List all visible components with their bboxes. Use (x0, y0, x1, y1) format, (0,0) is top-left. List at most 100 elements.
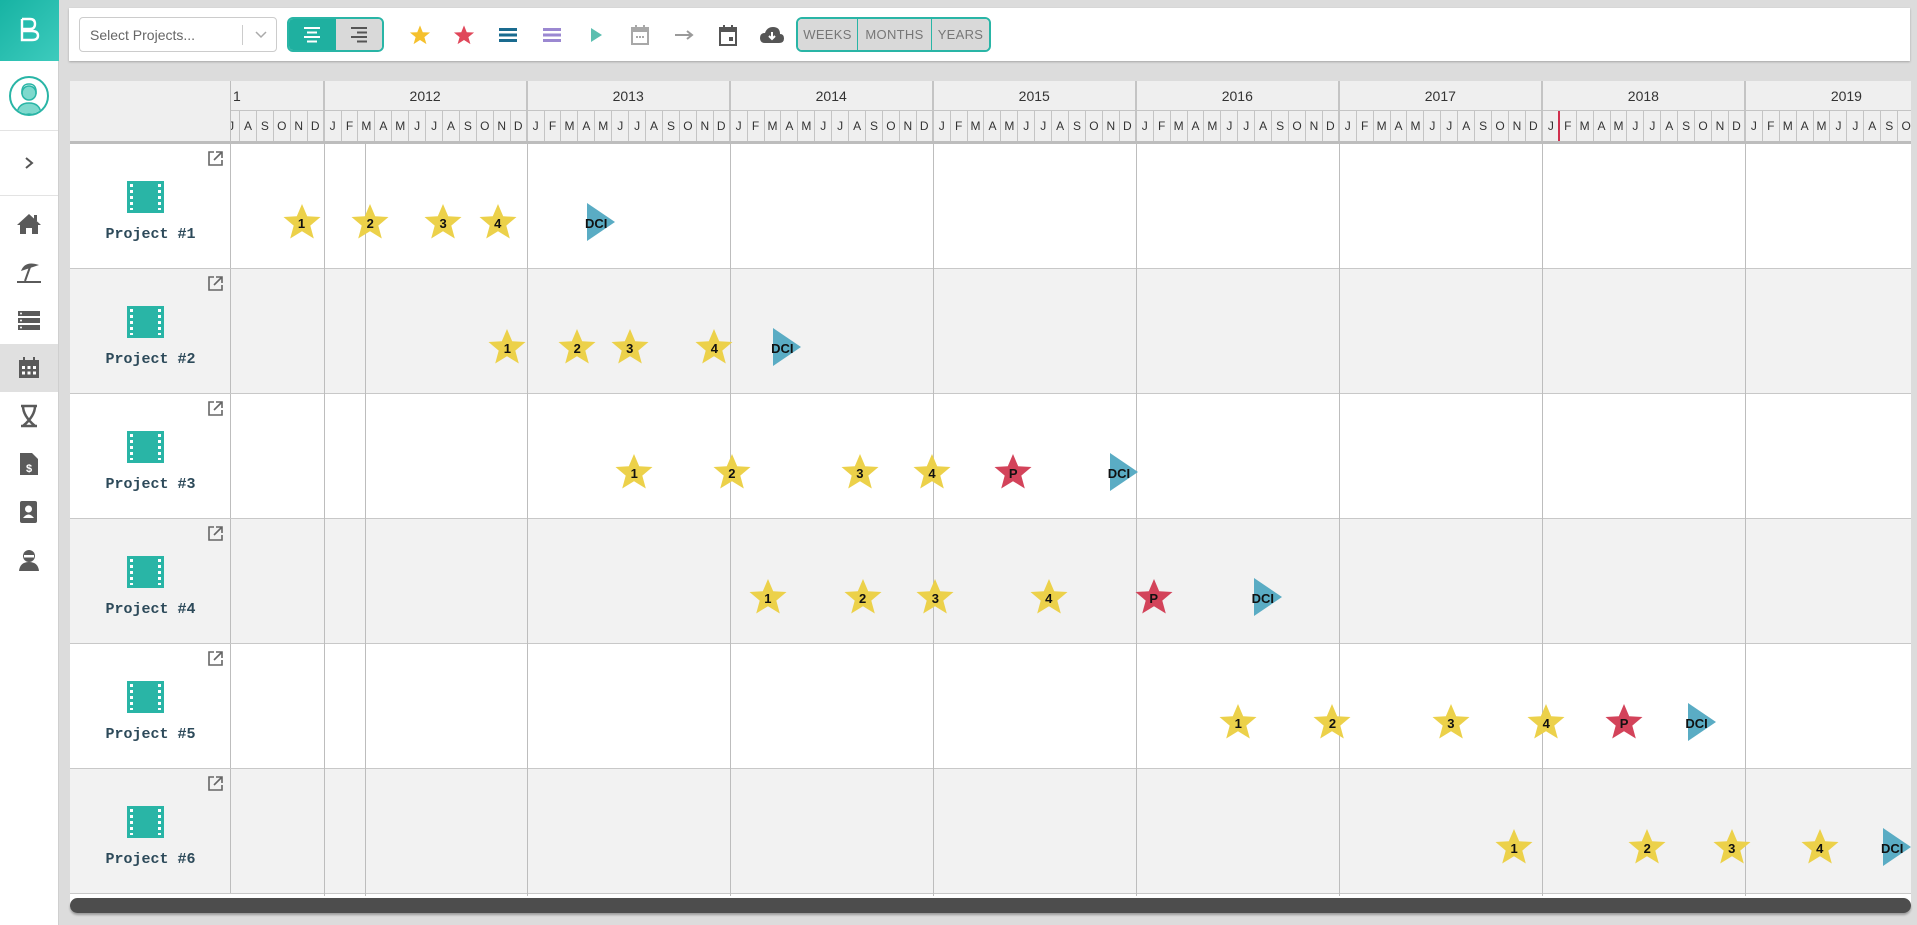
priority-milestone-marker[interactable]: P (992, 451, 1034, 493)
star-milestone-marker[interactable]: 1 (1217, 701, 1259, 743)
month-header: S (1272, 111, 1290, 141)
cloud-download-tool-button[interactable] (759, 22, 785, 48)
star-milestone-marker[interactable]: 3 (1711, 826, 1753, 868)
yellow-star-tool-button[interactable] (407, 22, 433, 48)
arrow-right-icon (675, 30, 694, 40)
month-header: O (1086, 111, 1103, 141)
month-header: A (1052, 111, 1070, 141)
months-button[interactable]: MONTHS (858, 19, 932, 50)
calendar-outline-tool-button[interactable] (627, 22, 653, 48)
red-star-tool-button[interactable] (451, 22, 477, 48)
project-name[interactable]: Project #5 (70, 726, 231, 743)
star-milestone-marker[interactable]: 4 (1028, 576, 1070, 618)
sidebar-item-calendar[interactable] (0, 344, 58, 392)
project-label-cell[interactable]: Project #3 (70, 394, 231, 518)
star-milestone-marker[interactable]: 2 (1311, 701, 1353, 743)
header-corner (70, 81, 231, 144)
calendar-day-icon (719, 25, 737, 46)
star-milestone-marker[interactable]: 1 (486, 326, 528, 368)
sidebar-item-support[interactable] (0, 536, 58, 584)
user-avatar-icon (16, 82, 42, 114)
star-milestone-marker[interactable]: 4 (477, 201, 519, 243)
project-label-cell[interactable]: Project #6 (70, 769, 231, 893)
open-external-icon[interactable] (207, 150, 224, 167)
sidebar-item-home[interactable] (0, 200, 58, 248)
project-name[interactable]: Project #4 (70, 601, 231, 618)
dci-milestone-marker[interactable]: DCI (763, 326, 805, 368)
sidebar-item-vacation[interactable] (0, 248, 58, 296)
star-milestone-marker[interactable]: 3 (1430, 701, 1472, 743)
priority-milestone-marker[interactable]: P (1603, 701, 1645, 743)
project-label-cell[interactable]: Project #5 (70, 644, 231, 768)
avatar[interactable] (9, 75, 49, 116)
dci-milestone-marker[interactable]: DCI (577, 201, 619, 243)
open-external-icon[interactable] (207, 775, 224, 792)
film-icon (127, 181, 164, 213)
project-name[interactable]: Project #2 (70, 351, 231, 368)
star-milestone-marker[interactable]: 4 (911, 451, 953, 493)
month-header: D (714, 111, 731, 141)
select-separator (242, 25, 243, 45)
star-milestone-marker[interactable]: 1 (613, 451, 655, 493)
dci-milestone-marker[interactable]: DCI (1100, 451, 1142, 493)
horizontal-scrollbar[interactable] (70, 898, 1911, 913)
star-milestone-marker[interactable]: 4 (1799, 826, 1841, 868)
star-milestone-marker[interactable]: 2 (711, 451, 753, 493)
star-yellow-icon (409, 25, 431, 45)
arrow-tool-button[interactable] (671, 22, 697, 48)
expand-sidebar-button[interactable] (0, 131, 58, 196)
project-name[interactable]: Project #6 (70, 851, 231, 868)
priority-milestone-marker[interactable]: P (1133, 576, 1175, 618)
month-header: M (562, 111, 579, 141)
project-label-cell[interactable]: Project #4 (70, 519, 231, 643)
star-milestone-marker[interactable]: 1 (1493, 826, 1535, 868)
calendar-day-tool-button[interactable] (715, 22, 741, 48)
home-icon (17, 214, 41, 234)
sidebar-item-invoice[interactable]: $ (0, 440, 58, 488)
extra-gridline (365, 144, 367, 896)
align-center-button[interactable] (289, 19, 336, 50)
dci-milestone-marker[interactable]: DCI (1678, 701, 1720, 743)
month-header: F (545, 111, 562, 141)
play-tool-button[interactable] (583, 22, 609, 48)
sidebar-item-contacts[interactable] (0, 488, 58, 536)
open-external-icon[interactable] (207, 650, 224, 667)
month-header: O (1695, 111, 1713, 141)
star-milestone-marker[interactable]: 3 (609, 326, 651, 368)
project-select[interactable]: Select Projects... (79, 17, 277, 52)
play-triangle-icon (591, 28, 602, 42)
year-gridline (932, 144, 934, 896)
star-milestone-marker[interactable]: 3 (422, 201, 464, 243)
star-milestone-marker[interactable]: 2 (349, 201, 391, 243)
years-button[interactable]: YEARS (932, 19, 989, 50)
open-external-icon[interactable] (207, 275, 224, 292)
star-milestone-marker[interactable]: 2 (556, 326, 598, 368)
dark-bars-tool-button[interactable] (495, 22, 521, 48)
weeks-button[interactable]: WEEKS (798, 19, 858, 50)
open-external-icon[interactable] (207, 400, 224, 417)
timeline-body: Project #1 Project #2 Project #3 Project… (70, 144, 1911, 896)
star-milestone-marker[interactable]: 1 (281, 201, 323, 243)
star-milestone-marker[interactable]: 2 (842, 576, 884, 618)
project-label-cell[interactable]: Project #2 (70, 269, 231, 393)
star-milestone-marker[interactable]: 2 (1626, 826, 1668, 868)
project-name[interactable]: Project #1 (70, 226, 231, 243)
align-right-button[interactable] (335, 19, 382, 50)
purple-bars-tool-button[interactable] (539, 22, 565, 48)
dci-milestone-marker[interactable]: DCI (1873, 826, 1911, 868)
sidebar-item-servers[interactable] (0, 296, 58, 344)
open-external-icon[interactable] (207, 525, 224, 542)
project-label-cell[interactable]: Project #1 (70, 144, 231, 268)
brand-logo[interactable] (0, 0, 59, 61)
month-header: A (1391, 111, 1408, 141)
star-milestone-marker[interactable]: 1 (747, 576, 789, 618)
star-milestone-marker[interactable]: 4 (1525, 701, 1567, 743)
project-name[interactable]: Project #3 (70, 476, 231, 493)
dci-milestone-marker[interactable]: DCI (1244, 576, 1286, 618)
chevron-down-icon[interactable] (250, 24, 272, 46)
star-milestone-marker[interactable]: 3 (839, 451, 881, 493)
star-milestone-marker[interactable]: 4 (693, 326, 735, 368)
star-milestone-marker[interactable]: 3 (914, 576, 956, 618)
sidebar-item-dna[interactable] (0, 392, 58, 440)
milestone-label: DCI (771, 340, 794, 356)
